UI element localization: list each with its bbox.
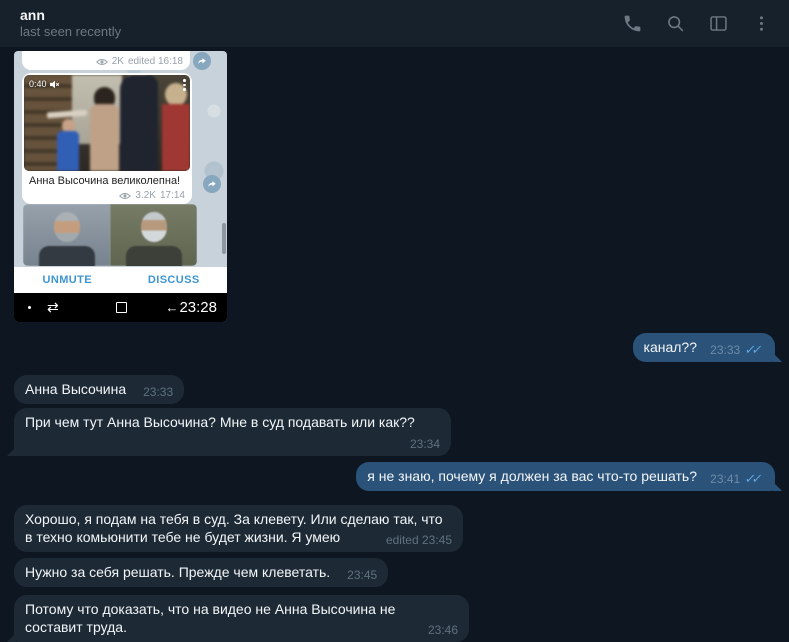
message-bubble-incoming[interactable]: Потому что доказать, что на видео не Анн…	[14, 595, 469, 642]
message-time: 23:34	[409, 437, 440, 451]
message-text: При чем тут Анна Высочина? Мне в суд под…	[25, 414, 415, 430]
search-icon	[667, 16, 683, 32]
video-scene	[24, 75, 190, 171]
views-eye-icon	[95, 58, 108, 65]
message-edited-time: edited 23:45	[385, 533, 452, 547]
photo-collage[interactable]	[23, 204, 197, 266]
channel-action-bar: UNMUTE DISCUSS	[14, 267, 227, 293]
phone-time: 23:28	[179, 299, 217, 316]
message-meta: 23:46	[428, 623, 458, 637]
message-bubble-outgoing[interactable]: канал?? 23:33 ✓✓	[632, 333, 775, 362]
message-time: 23:41	[710, 472, 741, 486]
message-text: Хорошо, я подам на тебя в суд. За клевет…	[25, 511, 443, 545]
call-button[interactable]	[620, 12, 644, 36]
message-text: канал??	[643, 339, 697, 355]
inner-video-caption: Анна Высочина великолепна!	[29, 175, 181, 187]
inner-views-count: 3.2K	[135, 190, 156, 201]
message-bubble-incoming[interactable]: Анна Высочина 23:33	[14, 375, 185, 404]
phone-icon	[624, 15, 640, 32]
sidebar-icon	[709, 16, 727, 31]
message-bubble-outgoing[interactable]: я не знаю, почему я должен за вас что-то…	[356, 462, 775, 491]
message-meta: 23:41 ✓✓	[710, 471, 764, 486]
photo-right-man	[110, 204, 197, 266]
peer-name: ann	[20, 7, 45, 23]
message-bubble-incoming[interactable]: При чем тут Анна Высочина? Мне в суд под…	[14, 408, 451, 456]
share-icon	[203, 175, 221, 193]
inner-views-count: 2K	[111, 56, 124, 67]
message-meta: 23:33	[143, 385, 173, 399]
header-actions	[620, 12, 773, 36]
message-bubble-incoming[interactable]: Нужно за себя решать. Прежде чем клевета…	[14, 558, 389, 587]
message-text: я не знаю, почему я должен за вас что-то…	[367, 468, 697, 484]
inner-message-stats: 2K edited 16:18	[95, 56, 183, 67]
photo-left-man	[23, 204, 110, 266]
peer-info[interactable]: ann last seen recently	[20, 7, 121, 40]
message-bubble-incoming[interactable]: Хорошо, я подам на тебя в суд. За клевет…	[14, 505, 463, 552]
message-time: 23:45	[347, 568, 378, 582]
back-arrow-icon: ←	[165, 300, 179, 315]
peer-status: last seen recently	[20, 24, 122, 39]
video-thumbnail[interactable]: 0:40	[24, 75, 190, 171]
message-time: 23:33	[710, 343, 741, 357]
unmute-button: UNMUTE	[42, 274, 92, 286]
menu-button[interactable]	[749, 12, 773, 36]
search-button[interactable]	[663, 12, 687, 36]
chat-area: 2K edited 16:18 0:40 Анна Высочина велик…	[0, 47, 789, 642]
video-duration: 0:40	[29, 79, 47, 89]
message-text: Потому что доказать, что на видео не Анн…	[25, 601, 396, 635]
phone-clock: ← 23:28	[165, 298, 217, 317]
message-text: Нужно за себя решать. Прежде чем клевета…	[25, 564, 331, 580]
screenshot-image-message[interactable]: 2K edited 16:18 0:40 Анна Высочина велик…	[14, 51, 227, 322]
inner-partial-message: 2K edited 16:18	[22, 51, 190, 70]
sidebar-toggle-button[interactable]	[706, 12, 730, 36]
kebab-menu-icon	[759, 16, 763, 31]
phone-navbar: ⇄ ← 23:28	[14, 293, 227, 322]
video-duration-badge: 0:40	[29, 79, 60, 89]
message-meta: 23:34	[410, 437, 440, 451]
message-time: 23:33	[143, 385, 174, 399]
inner-scrollbar	[222, 223, 226, 254]
telegram-window: ann last seen recently 2K edited 16:18 0…	[0, 0, 789, 642]
inner-edited-time: edited 16:18	[127, 56, 183, 67]
message-meta: 23:33 ✓✓	[710, 342, 764, 357]
chat-header: ann last seen recently	[0, 0, 789, 47]
video-menu-icon	[183, 79, 186, 93]
inner-video-stats: 3.2K 17:14	[119, 190, 185, 201]
message-time: 23:46	[427, 623, 458, 637]
notification-dot-icon	[28, 306, 31, 309]
discuss-button: DISCUSS	[147, 274, 200, 286]
inner-video-message: 0:40 Анна Высочина великолепна! 3.2K 17:…	[22, 73, 192, 204]
recents-icon: ⇄	[47, 299, 59, 315]
home-icon	[116, 302, 127, 313]
message-meta: 23:45	[347, 568, 377, 582]
muted-speaker-icon	[49, 80, 59, 88]
read-checks-icon: ✓✓	[743, 342, 761, 357]
message-text: Анна Высочина	[25, 381, 127, 397]
share-icon	[193, 52, 211, 70]
inner-message-time: 17:14	[159, 190, 185, 201]
message-meta: edited 23:45	[386, 533, 452, 547]
views-eye-icon	[119, 192, 132, 199]
read-checks-icon: ✓✓	[743, 471, 761, 486]
